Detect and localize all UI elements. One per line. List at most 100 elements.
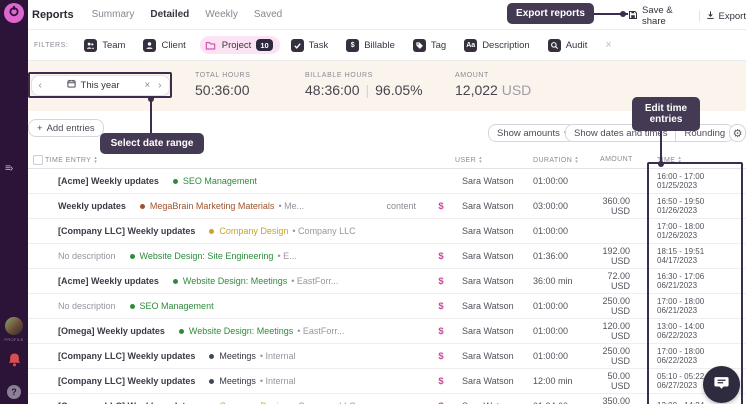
entry-time[interactable]: 16:30 - 17:06 06/21/2023 — [648, 272, 746, 291]
tab-weekly[interactable]: Weekly — [205, 9, 238, 20]
filter-chip-task[interactable]: Task — [287, 36, 336, 54]
entry-description[interactable]: No description — [58, 301, 116, 311]
entry-description[interactable]: No description — [58, 251, 116, 261]
col-time-entry[interactable]: TIME ENTRY ▴▾ — [45, 156, 97, 164]
tab-detailed[interactable]: Detailed — [150, 9, 189, 20]
entry-project[interactable]: Meetings — [219, 351, 256, 361]
entry-user: Sara Watson — [454, 276, 526, 286]
entry-description[interactable]: [Acme] Weekly updates — [58, 276, 159, 286]
entry-duration[interactable]: 36:00 min — [526, 276, 590, 286]
entry-project[interactable]: Website Design: Meetings — [189, 326, 293, 336]
entry-description[interactable]: [Acme] Weekly updates — [58, 176, 159, 186]
billable-icon[interactable]: $ — [428, 301, 454, 312]
filter-chip-client[interactable]: Client — [139, 36, 192, 54]
add-entries-button[interactable]: + Add entries — [28, 119, 104, 137]
entry-time[interactable]: 18:15 - 19:51 04/17/2023 — [648, 247, 746, 266]
table-row[interactable]: [Company LLC] Weekly updates Meetings • … — [28, 344, 746, 369]
entry-amount: 50.00 USD — [590, 371, 648, 391]
entry-description[interactable]: [Omega] Weekly updates — [58, 326, 165, 336]
table-row[interactable]: [Company LLC] Weekly updates Company Des… — [28, 219, 746, 244]
entry-project[interactable]: Website Design: Meetings — [183, 276, 287, 286]
entry-duration[interactable]: 01:00:00 — [526, 176, 590, 186]
tab-saved[interactable]: Saved — [254, 9, 282, 20]
col-amount[interactable]: AMOUNT — [600, 156, 633, 163]
entry-duration[interactable]: 01:36:00 — [526, 251, 590, 261]
power-icon — [8, 4, 20, 22]
entry-description[interactable]: [Company LLC] Weekly updates — [58, 226, 195, 236]
table-row[interactable]: [Acme] Weekly updates Website Design: Me… — [28, 269, 746, 294]
col-duration[interactable]: DURATION ▴▾ — [533, 156, 578, 164]
billable-hours-label: BILLABLE HOURS — [305, 72, 423, 79]
chevron-right-icon[interactable]: › — [158, 80, 161, 91]
entry-project[interactable]: SEO Management — [183, 176, 257, 186]
billable-icon[interactable]: $ — [428, 351, 454, 362]
sidebar-expand-icon[interactable]: ≡› — [5, 163, 12, 174]
col-user[interactable]: USER ▴▾ — [455, 156, 482, 164]
total-hours-block: TOTAL HOURS 50:36:00 — [195, 72, 250, 98]
entry-duration[interactable]: 03:00:00 — [526, 201, 590, 211]
amount-label: AMOUNT — [455, 72, 531, 79]
date-range-picker[interactable]: ‹ This year × › — [31, 75, 170, 96]
entry-time[interactable]: 16:00 - 17:00 01/25/2023 — [648, 172, 746, 191]
table-row[interactable]: [Company LLC] Weekly updates Meetings • … — [28, 369, 746, 394]
entry-project[interactable]: Company Design — [219, 226, 288, 236]
billable-icon[interactable]: $ — [428, 376, 454, 387]
entry-description[interactable]: [Company LLC] Weekly updates — [58, 351, 195, 361]
table-row[interactable]: No description Website Design: Site Engi… — [28, 244, 746, 269]
billable-icon[interactable]: $ — [428, 401, 454, 404]
entry-description[interactable]: [Company LLC] Weekly updates — [58, 376, 195, 386]
filter-chip-project[interactable]: Project10 — [200, 36, 280, 54]
filter-chip-tag[interactable]: Tag — [409, 36, 453, 54]
entry-time[interactable]: 16:50 - 19:50 01/26/2023 — [648, 197, 746, 216]
entry-duration[interactable]: 01:00:00 — [526, 301, 590, 311]
app-logo[interactable] — [4, 3, 24, 23]
entry-description[interactable]: Weekly updates — [58, 201, 126, 211]
show-amounts-button[interactable]: Show amounts ▾ — [488, 124, 576, 142]
entry-time[interactable]: 17:00 - 18:00 06/22/2023 — [648, 347, 746, 366]
table-row[interactable]: [Company LLC] Weekly updates Company Des… — [28, 394, 746, 404]
sort-icon[interactable]: ▴▾ — [575, 156, 578, 164]
entry-time[interactable]: 13:00 - 14:00 06/22/2023 — [648, 322, 746, 341]
save-share-button[interactable]: Save & share — [628, 5, 693, 27]
filter-chip-billable[interactable]: $Billable — [342, 36, 402, 54]
clear-filter-icon[interactable]: × — [605, 39, 611, 51]
profile-label: PROFILE — [2, 337, 26, 342]
filter-chip-audit[interactable]: Audit — [544, 36, 595, 54]
entry-duration[interactable]: 01:00:00 — [526, 351, 590, 361]
table-row[interactable]: No description SEO Management $ Sara Wat… — [28, 294, 746, 319]
entry-duration[interactable]: 01:00:00 — [526, 326, 590, 336]
chat-button[interactable] — [703, 366, 740, 403]
filter-chip-team[interactable]: Team — [80, 36, 132, 54]
clear-date-icon[interactable]: × — [144, 80, 150, 91]
entry-time[interactable]: 17:00 - 18:00 01/26/2023 — [648, 222, 746, 241]
billable-icon[interactable]: $ — [428, 326, 454, 337]
table-row[interactable]: Weekly updates MegaBrain Marketing Mater… — [28, 194, 746, 219]
entry-time[interactable]: 17:00 - 18:00 06/21/2023 — [648, 297, 746, 316]
tab-summary[interactable]: Summary — [92, 9, 135, 20]
export-button[interactable]: Export — [706, 10, 746, 23]
sort-icon[interactable]: ▴▾ — [678, 156, 681, 164]
table-row[interactable]: [Omega] Weekly updates Website Design: M… — [28, 319, 746, 344]
entry-project[interactable]: Website Design: Site Engineering — [140, 251, 274, 261]
billable-icon[interactable]: $ — [428, 276, 454, 287]
sort-icon[interactable]: ▴▾ — [94, 156, 97, 164]
sort-icon[interactable]: ▴▾ — [479, 156, 482, 164]
gear-icon[interactable]: ⚙ — [729, 124, 746, 142]
description-icon: Aa — [464, 39, 477, 52]
help-icon[interactable]: ? — [7, 385, 21, 399]
billable-icon[interactable]: $ — [428, 201, 454, 212]
filter-chip-label: Client — [161, 40, 185, 51]
notifications-icon[interactable] — [7, 352, 22, 367]
entry-project[interactable]: SEO Management — [140, 301, 214, 311]
entry-duration[interactable]: 01:00:00 — [526, 226, 590, 236]
select-all-checkbox[interactable] — [33, 155, 43, 165]
entry-project[interactable]: MegaBrain Marketing Materials — [150, 201, 275, 211]
edit-time-entries-callout: Edit time entries — [632, 97, 700, 131]
avatar[interactable] — [5, 317, 23, 335]
entry-user: Sara Watson — [454, 301, 526, 311]
table-row[interactable]: [Acme] Weekly updates SEO Management Sar… — [28, 169, 746, 194]
billable-icon[interactable]: $ — [428, 251, 454, 262]
entry-duration[interactable]: 12:00 min — [526, 376, 590, 386]
entry-project[interactable]: Meetings — [219, 376, 256, 386]
filter-chip-description[interactable]: AaDescription — [460, 36, 537, 54]
